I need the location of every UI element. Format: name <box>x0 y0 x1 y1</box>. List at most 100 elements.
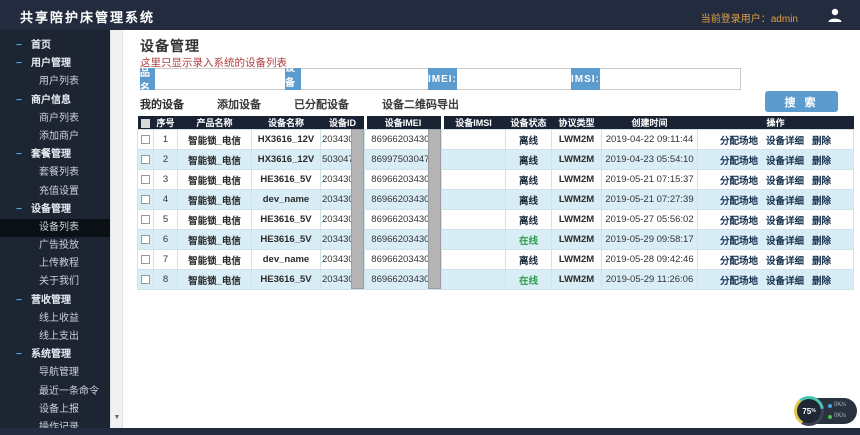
cell-device-name: HE3616_5V <box>252 210 321 230</box>
cell-product-name: 智能锁_电信 <box>178 270 252 290</box>
sidebar-scrollbar[interactable]: ▼ <box>110 30 123 428</box>
action-delete-link[interactable]: 删除 <box>812 136 831 147</box>
cell-device-name: HE3616_5V <box>252 230 321 250</box>
sidebar-item-online-income[interactable]: 线上收益 <box>0 310 110 328</box>
sidebar-item-nav-mgmt[interactable]: 导航管理 <box>0 364 110 382</box>
column-header: 创建时间 <box>602 116 698 130</box>
sidebar-item-recharge-settings[interactable]: 充值设置 <box>0 183 110 201</box>
cell-device-status: 在线 <box>506 270 552 290</box>
speed-rows: 0K/s 0K/s <box>828 401 846 421</box>
row-checkbox[interactable] <box>141 235 150 244</box>
inner-scrollbar[interactable] <box>351 129 364 289</box>
cell-index: 2 <box>154 150 178 170</box>
action-device-detail-link[interactable]: 设备详细 <box>766 256 804 267</box>
row-checkbox[interactable] <box>141 195 150 204</box>
row-checkbox[interactable] <box>141 175 150 184</box>
column-header: 操作 <box>698 116 854 130</box>
action-assign-site-link[interactable]: 分配场地 <box>720 276 758 287</box>
speed-row: 0K/s <box>828 412 846 421</box>
action-assign-site-link[interactable]: 分配场地 <box>720 216 758 227</box>
cell-device-status: 离线 <box>506 250 552 270</box>
cell-created-time: 2019-05-29 11:26:06 <box>602 270 698 290</box>
row-checkbox[interactable] <box>141 275 150 284</box>
sidebar-item-add-merchant[interactable]: 添加商户 <box>0 128 110 146</box>
cell-created-time: 2019-05-29 09:58:17 <box>602 230 698 250</box>
cell-protocol: LWM2M <box>552 210 602 230</box>
sidebar-item-device-list[interactable]: 设备列表 <box>0 219 110 237</box>
column-header: 序号 <box>154 116 178 130</box>
row-checkbox[interactable] <box>141 155 150 164</box>
scroll-down-arrow-icon[interactable]: ▼ <box>113 414 121 422</box>
sidebar-item-device-mgmt[interactable]: −设备管理 <box>0 201 110 219</box>
speed-monitor-widget[interactable]: 75% 0K/s0K/s <box>801 398 857 424</box>
sidebar-item-device-report[interactable]: 设备上报 <box>0 401 110 419</box>
filter-product-name-input[interactable] <box>155 68 296 90</box>
action-assign-site-link[interactable]: 分配场地 <box>720 176 758 187</box>
sidebar-item-label: 导航管理 <box>39 367 79 378</box>
action-assign-site-link[interactable]: 分配场地 <box>720 236 758 247</box>
sidebar: −首页−用户管理用户列表−商户信息商户列表添加商户−套餐管理套餐列表充值设置−设… <box>0 30 110 428</box>
sidebar-item-revenue-mgmt[interactable]: −营收管理 <box>0 292 110 310</box>
action-delete-link[interactable]: 删除 <box>812 216 831 227</box>
action-device-detail-link[interactable]: 设备详细 <box>766 216 804 227</box>
sidebar-item-package-mgmt[interactable]: −套餐管理 <box>0 146 110 164</box>
action-assign-site-link[interactable]: 分配场地 <box>720 156 758 167</box>
action-delete-link[interactable]: 删除 <box>812 156 831 167</box>
action-delete-link[interactable]: 删除 <box>812 256 831 267</box>
sidebar-item-latest-command[interactable]: 最近一条命令 <box>0 383 110 401</box>
search-button[interactable]: 搜 索 <box>765 91 838 112</box>
sidebar-item-merchant-list[interactable]: 商户列表 <box>0 110 110 128</box>
action-device-detail-link[interactable]: 设备详细 <box>766 276 804 287</box>
select-all-checkbox[interactable] <box>141 119 150 128</box>
cell-actions: 分配场地设备详细删除 <box>698 210 854 230</box>
sidebar-item-online-expense[interactable]: 线上支出 <box>0 328 110 346</box>
sidebar-item-upload-tutorial[interactable]: 上传教程 <box>0 255 110 273</box>
action-device-detail-link[interactable]: 设备详细 <box>766 156 804 167</box>
sidebar-item-user-mgmt[interactable]: −用户管理 <box>0 55 110 73</box>
column-header: 设备IMEI <box>365 116 442 130</box>
action-delete-link[interactable]: 删除 <box>812 276 831 287</box>
speed-value: 0K/s <box>834 401 846 410</box>
sidebar-item-label: 线上支出 <box>39 331 79 342</box>
table-row: 2智能锁_电信HX3616_12V50304700869975030470离线L… <box>138 150 854 170</box>
cell-created-time: 2019-04-23 05:54:10 <box>602 150 698 170</box>
column-header: 协议类型 <box>552 116 602 130</box>
sidebar-item-ad-delivery[interactable]: 广告投放 <box>0 237 110 255</box>
action-delete-link[interactable]: 删除 <box>812 236 831 247</box>
inner-scrollbar[interactable] <box>428 129 441 289</box>
action-delete-link[interactable]: 删除 <box>812 196 831 207</box>
sidebar-item-label: 上传教程 <box>39 258 79 269</box>
sidebar-item-package-list[interactable]: 套餐列表 <box>0 164 110 182</box>
filter-device-id-input[interactable] <box>301 68 442 90</box>
sidebar-item-merchant-info[interactable]: −商户信息 <box>0 92 110 110</box>
row-select-cell <box>138 150 154 170</box>
user-avatar-icon[interactable] <box>826 6 844 24</box>
filter-device-id: 设备 ID: <box>285 68 422 90</box>
cell-index: 1 <box>154 130 178 150</box>
cell-actions: 分配场地设备详细删除 <box>698 270 854 290</box>
filter-imsi-input[interactable] <box>600 68 741 90</box>
sidebar-item-system-mgmt[interactable]: −系统管理 <box>0 346 110 364</box>
sidebar-item-operation-log[interactable]: 操作记录 <box>0 419 110 428</box>
sidebar-item-user-list[interactable]: 用户列表 <box>0 73 110 91</box>
action-device-detail-link[interactable]: 设备详细 <box>766 176 804 187</box>
gauge-percent: 75 <box>802 407 811 416</box>
sidebar-item-home[interactable]: −首页 <box>0 37 110 55</box>
cell-imsi <box>442 130 506 150</box>
row-checkbox[interactable] <box>141 135 150 144</box>
action-assign-site-link[interactable]: 分配场地 <box>720 256 758 267</box>
cell-device-name: HX3616_12V <box>252 150 321 170</box>
filter-imsi-label: IMSI: <box>571 68 600 90</box>
cell-imsi <box>442 170 506 190</box>
row-checkbox[interactable] <box>141 215 150 224</box>
action-assign-site-link[interactable]: 分配场地 <box>720 136 758 147</box>
sidebar-item-label: 设备上报 <box>39 404 79 415</box>
action-device-detail-link[interactable]: 设备详细 <box>766 236 804 247</box>
action-delete-link[interactable]: 删除 <box>812 176 831 187</box>
sidebar-item-label: 关于我们 <box>39 276 79 287</box>
action-assign-site-link[interactable]: 分配场地 <box>720 196 758 207</box>
action-device-detail-link[interactable]: 设备详细 <box>766 136 804 147</box>
action-device-detail-link[interactable]: 设备详细 <box>766 196 804 207</box>
row-checkbox[interactable] <box>141 255 150 264</box>
sidebar-item-about-us[interactable]: 关于我们 <box>0 273 110 291</box>
